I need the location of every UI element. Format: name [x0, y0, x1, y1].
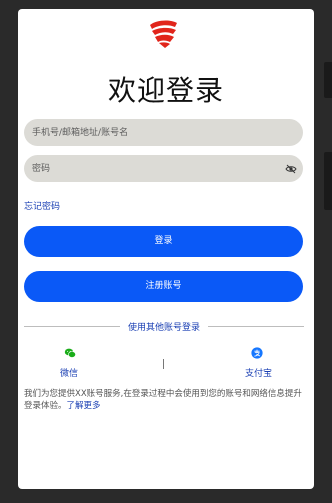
privacy-disclaimer: 我们为您提供XX账号服务,在登录过程中会使用到您的账号和网络信息提升登录体验。了…: [24, 388, 308, 412]
social-separator: [163, 359, 164, 369]
divider-line-right: [208, 326, 304, 327]
alipay-icon[interactable]: [251, 347, 263, 359]
account-field[interactable]: [24, 119, 303, 146]
login-button[interactable]: 登录: [24, 226, 303, 257]
learn-more-link[interactable]: 了解更多: [67, 401, 101, 411]
other-login-divider: 使用其他账号登录: [127, 323, 200, 333]
password-field[interactable]: [24, 155, 303, 182]
device-frame: 欢迎登录 忘记密码 登录 注册账号 使用其他账号登录 微信: [0, 0, 332, 503]
forgot-password-link[interactable]: 忘记密码: [24, 199, 60, 212]
divider-line-left: [24, 326, 120, 327]
app-logo-icon: [150, 20, 177, 48]
volume-button: [324, 62, 332, 98]
eye-off-icon[interactable]: [285, 163, 297, 175]
password-input[interactable]: [24, 155, 272, 182]
register-button[interactable]: 注册账号: [24, 271, 303, 302]
account-input[interactable]: [24, 119, 272, 146]
page-title: 欢迎登录: [107, 74, 224, 107]
power-button: [324, 152, 332, 210]
wechat-label[interactable]: 微信: [60, 366, 78, 379]
alipay-label[interactable]: 支付宝: [245, 366, 272, 379]
login-screen: 欢迎登录 忘记密码 登录 注册账号 使用其他账号登录 微信: [18, 9, 314, 489]
wechat-icon[interactable]: [64, 347, 76, 359]
